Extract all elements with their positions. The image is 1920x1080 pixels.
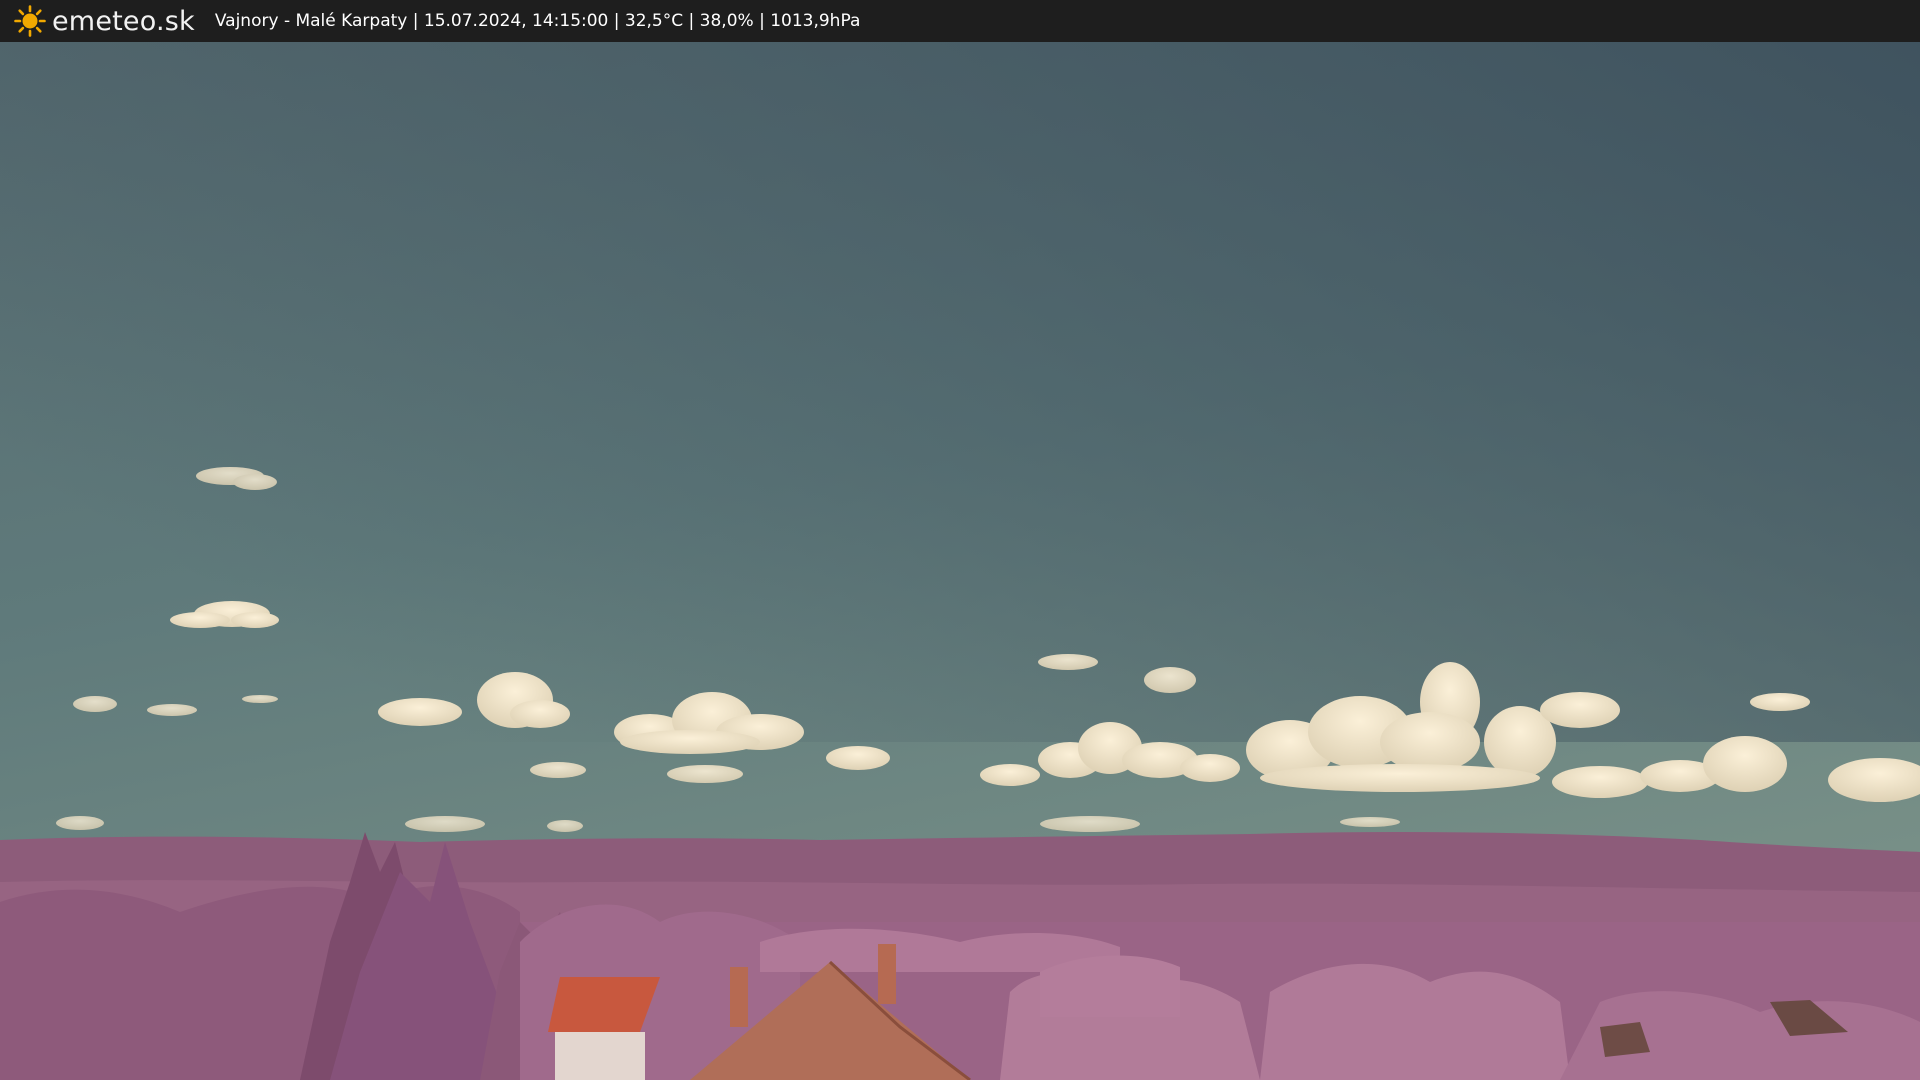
sun-icon xyxy=(14,5,46,37)
weather-caption: Vajnory - Malé Karpaty | 15.07.2024, 14:… xyxy=(214,11,861,31)
brand-name: emeteo.sk xyxy=(52,5,195,37)
brand-logo[interactable]: emeteo.sk xyxy=(14,5,195,37)
webcam-image xyxy=(0,42,1920,1080)
top-bar: emeteo.sk Vajnory - Malé Karpaty | 15.07… xyxy=(0,0,1920,42)
